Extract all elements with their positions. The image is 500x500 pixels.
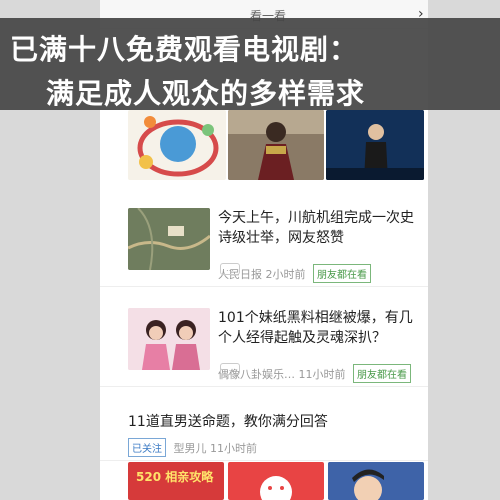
- time: 2小时前: [265, 268, 306, 281]
- banner-line-1: 已满十八免费观看电视剧：: [10, 33, 359, 66]
- promo-label: 520 相亲攻略: [136, 470, 214, 484]
- bottom-image-row: 520 相亲攻略: [100, 462, 428, 500]
- title-banner: 已满十八免费观看电视剧： 满足成人观众的多样需求: [0, 18, 500, 110]
- image-row: [100, 110, 428, 180]
- stage-image[interactable]: [326, 110, 424, 180]
- feed-item-1[interactable]: 今天上午，川航机组完成一次史诗级壮举，网友怒赞 人民日报 2小时前 朋友都在看: [100, 208, 428, 287]
- sticker-image[interactable]: [128, 110, 226, 180]
- feed-item-2[interactable]: 101个妹纸黑料相继被爆，有几个人经得起触及灵魂深扒？ 偶像八卦娱乐… 11小时…: [100, 308, 428, 387]
- feed-item-title[interactable]: 今天上午，川航机组完成一次史诗级壮举，网友怒赞: [218, 208, 423, 248]
- tag-badge: 朋友都在看: [313, 264, 371, 283]
- feed-item-3[interactable]: 11道直男送命题，教你满分回答 已关注 型男儿 11小时前: [100, 412, 428, 461]
- feed-item-title[interactable]: 11道直男送命题，教你满分回答: [128, 412, 423, 432]
- tag-badge: 朋友都在看: [353, 364, 411, 383]
- more-icon[interactable]: …: [220, 263, 240, 275]
- cartoon-image[interactable]: [328, 462, 424, 500]
- feed-item-meta: 偶像八卦娱乐… 11小时前 朋友都在看: [218, 364, 411, 383]
- hero-poster-image[interactable]: [228, 110, 324, 180]
- feed-item-meta: 已关注 型男儿 11小时前: [128, 438, 257, 457]
- time: 11小时前: [298, 368, 346, 381]
- tag-badge: 已关注: [128, 438, 166, 457]
- emoji-image[interactable]: [228, 462, 324, 500]
- map-thumbnail: [128, 208, 210, 270]
- feed-item-title[interactable]: 101个妹纸黑料相继被爆，有几个人经得起触及灵魂深扒？: [218, 308, 423, 348]
- source: 型男儿: [173, 442, 207, 455]
- feed-item-meta: 人民日报 2小时前 朋友都在看: [218, 264, 371, 283]
- more-icon[interactable]: …: [220, 363, 240, 375]
- banner-line-2: 满足成人观众的多样需求: [46, 77, 366, 110]
- promo-image[interactable]: 520 相亲攻略: [128, 462, 224, 500]
- idol-thumbnail: [128, 308, 210, 370]
- time: 11小时前: [210, 442, 257, 455]
